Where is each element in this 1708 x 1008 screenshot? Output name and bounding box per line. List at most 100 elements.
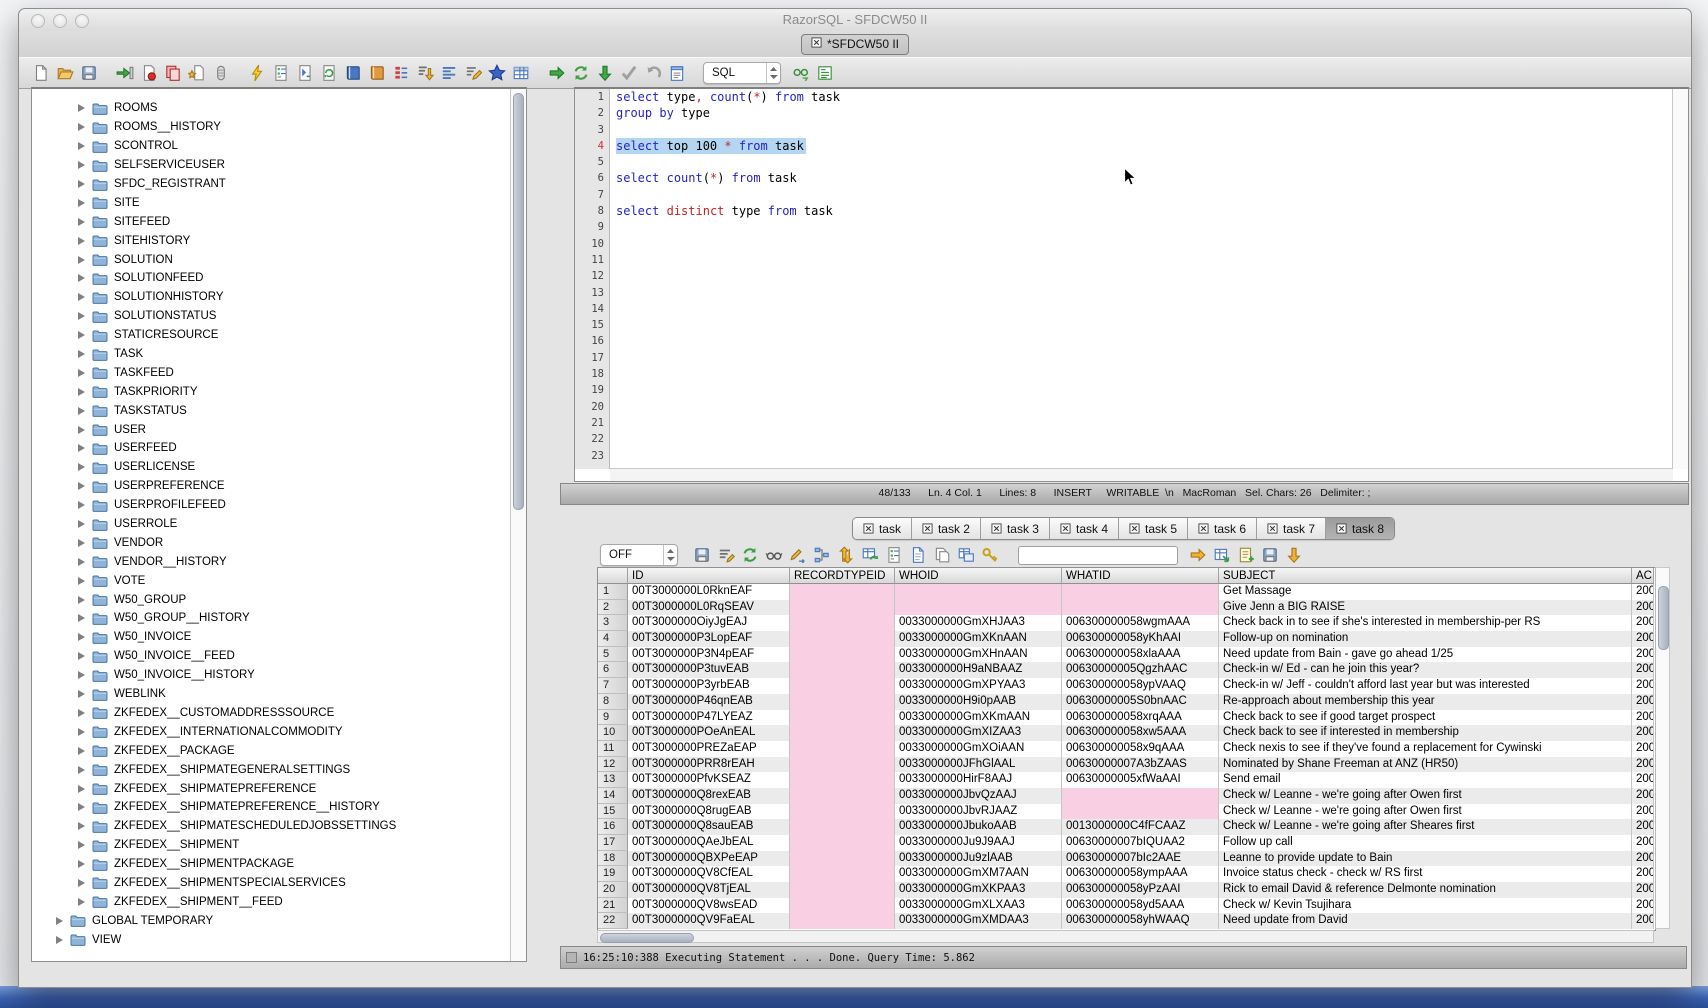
grid-cell[interactable]: 006300000058ypVAAQ <box>1062 678 1219 694</box>
grid-cell[interactable]: 00T3000000PREZaEAP <box>628 741 790 757</box>
disclosure-triangle-icon[interactable] <box>78 123 85 131</box>
close-tab-icon[interactable] <box>1198 523 1209 534</box>
table-editor-icon[interactable] <box>511 63 531 83</box>
disclosure-triangle-icon[interactable] <box>78 218 85 226</box>
grid-cell[interactable]: 00T3000000QV9FaEAL <box>628 913 790 929</box>
disclosure-triangle-icon[interactable] <box>78 558 85 566</box>
grid-cell[interactable]: Check back to see if good target prospec… <box>1219 710 1632 726</box>
table-refresh-icon[interactable] <box>860 545 880 565</box>
tree-item-w50-group-history[interactable]: W50_GROUP__HISTORY <box>32 609 510 628</box>
tree-plus-icon[interactable] <box>812 545 832 565</box>
undo-arrow-icon[interactable] <box>643 63 663 83</box>
grid-cell[interactable] <box>790 804 895 820</box>
tree-item-w50-invoice-history[interactable]: W50_INVOICE__HISTORY <box>32 666 510 685</box>
disclosure-triangle-icon[interactable] <box>78 652 85 660</box>
table-import-green-icon[interactable] <box>1212 545 1232 565</box>
disclosure-triangle-icon[interactable] <box>78 426 85 434</box>
view-glasses-icon[interactable] <box>764 545 784 565</box>
disclosure-triangle-icon[interactable] <box>78 822 85 830</box>
disclosure-triangle-icon[interactable] <box>78 199 85 207</box>
disclosure-triangle-icon[interactable] <box>78 709 85 717</box>
grid-cell[interactable]: 00T3000000PfvKSEAZ <box>628 772 790 788</box>
grid-cell[interactable]: 0033000000JbvRJAAZ <box>895 804 1062 820</box>
tree-item-sfdc-registrant[interactable]: SFDC_REGISTRANT <box>32 175 510 194</box>
tree-item-scontrol[interactable]: SCONTROL <box>32 137 510 156</box>
disclosure-triangle-icon[interactable] <box>78 577 85 585</box>
grid-cell[interactable]: 00T3000000Q8sauEAB <box>628 819 790 835</box>
grid-hscrollbar[interactable] <box>597 930 1654 943</box>
document-tab[interactable]: *SFDCW50 II <box>801 34 909 55</box>
disclosure-triangle-icon[interactable] <box>78 596 85 604</box>
row-number-cell[interactable]: 18 <box>598 851 628 867</box>
column-header-whoid[interactable]: WHOID <box>895 568 1062 584</box>
grid-cell[interactable] <box>790 835 895 851</box>
grid-cell[interactable]: Check w/ Kevin Tsujihara <box>1219 898 1632 914</box>
tree-item-zkfedex-shipmentpackage[interactable]: ZKFEDEX__SHIPMENTPACKAGE <box>32 855 510 874</box>
editor-hscrollbar[interactable] <box>610 468 1673 481</box>
new-object-icon[interactable] <box>187 63 207 83</box>
sort-updown-yellow-icon[interactable] <box>836 545 856 565</box>
grid-cell[interactable]: 200 <box>1632 898 1654 914</box>
disclosure-triangle-icon[interactable] <box>78 614 85 622</box>
grid-cell[interactable]: 006300000058yhWAAQ <box>1062 913 1219 929</box>
grid-cell[interactable]: Check w/ Leanne - we're going after Owen… <box>1219 788 1632 804</box>
grid-cell[interactable] <box>790 725 895 741</box>
describe-checklist-icon[interactable] <box>271 63 291 83</box>
grid-cell[interactable] <box>790 913 895 929</box>
grid-cell[interactable]: 0033000000JFhGlAAL <box>895 757 1062 773</box>
grid-cell[interactable]: 0033000000GmXHnAAN <box>895 647 1062 663</box>
save-file-icon[interactable] <box>79 63 99 83</box>
grid-cell[interactable]: Check-in w/ Ed - can he join this year? <box>1219 662 1632 678</box>
validate-check-icon[interactable] <box>619 63 639 83</box>
grid-cell[interactable] <box>895 584 1062 600</box>
disclosure-triangle-icon[interactable] <box>78 747 85 755</box>
columns-checklist-icon[interactable] <box>884 545 904 565</box>
close-tab-icon[interactable] <box>811 37 822 51</box>
grid-cell[interactable]: 00T3000000P3LopEAF <box>628 631 790 647</box>
edit-pencil-arrow-icon[interactable] <box>788 545 808 565</box>
grid-cell[interactable]: 006300000058wgmAAA <box>1062 615 1219 631</box>
column-header-ac[interactable]: AC <box>1632 568 1654 584</box>
grid-cell[interactable] <box>790 898 895 914</box>
tree-item-zkfedex-package[interactable]: ZKFEDEX__PACKAGE <box>32 741 510 760</box>
grid-cell[interactable] <box>790 615 895 631</box>
grid-cell[interactable]: 200 <box>1632 710 1654 726</box>
key-gold-icon[interactable] <box>980 545 1000 565</box>
grid-cell[interactable] <box>790 788 895 804</box>
reload-file-icon[interactable] <box>319 63 339 83</box>
grid-cell[interactable]: Need update from Bain - gave go ahead 1/… <box>1219 647 1632 663</box>
tree-item-zkfedex-shipment-feed[interactable]: ZKFEDEX__SHIPMENT__FEED <box>32 892 510 911</box>
tree-item-global-temporary[interactable]: GLOBAL TEMPORARY <box>32 911 510 930</box>
grid-cell[interactable]: 200 <box>1632 835 1654 851</box>
grid-cell[interactable]: 00T3000000P3yrbEAB <box>628 678 790 694</box>
grid-cell[interactable]: Rick to email David & reference Delmonte… <box>1219 882 1632 898</box>
tree-item-vendor[interactable]: VENDOR <box>32 533 510 552</box>
grid-cell[interactable]: 00T3000000OiyJgEAJ <box>628 615 790 631</box>
tree-item-userlicense[interactable]: USERLICENSE <box>32 458 510 477</box>
disclosure-triangle-icon[interactable] <box>78 237 85 245</box>
grid-cell[interactable]: 006300000058yKhAAI <box>1062 631 1219 647</box>
grid-cell[interactable]: 0033000000H9i0pAAB <box>895 694 1062 710</box>
tree-item-userfeed[interactable]: USERFEED <box>32 439 510 458</box>
row-number-cell[interactable]: 5 <box>598 647 628 663</box>
close-tab-icon[interactable] <box>1336 523 1347 534</box>
fetch-arrow-down-green-icon[interactable] <box>595 63 615 83</box>
grid-cell[interactable]: 0033000000GmXMDAA3 <box>895 913 1062 929</box>
grid-cell[interactable]: Check back to see if interested in membe… <box>1219 725 1632 741</box>
disclosure-triangle-icon[interactable] <box>78 369 85 377</box>
close-tab-icon[interactable] <box>1129 523 1140 534</box>
tree-item-solutionfeed[interactable]: SOLUTIONFEED <box>32 269 510 288</box>
grid-cell[interactable]: 200 <box>1632 866 1654 882</box>
tree-item-zkfedex-shipment[interactable]: ZKFEDEX__SHIPMENT <box>32 836 510 855</box>
disclosure-triangle-icon[interactable] <box>78 444 85 452</box>
tree-item-zkfedex-customaddresssource[interactable]: ZKFEDEX__CUSTOMADDRESSSOURCE <box>32 704 510 723</box>
grid-cell[interactable]: Give Jenn a BIG RAISE <box>1219 600 1632 616</box>
grid-cell[interactable]: 00T3000000P46qnEAB <box>628 694 790 710</box>
tree-item-w50-group[interactable]: W50_GROUP <box>32 590 510 609</box>
tree-item-zkfedex-shipmatepreference-history[interactable]: ZKFEDEX__SHIPMATEPREFERENCE__HISTORY <box>32 798 510 817</box>
tree-item-vendor-history[interactable]: VENDOR__HISTORY <box>32 552 510 571</box>
grid-cell[interactable]: 0033000000GmXKmAAN <box>895 710 1062 726</box>
grid-cell[interactable]: 200 <box>1632 819 1654 835</box>
refresh-loop-green-icon[interactable] <box>740 545 760 565</box>
disclosure-triangle-icon[interactable] <box>78 879 85 887</box>
